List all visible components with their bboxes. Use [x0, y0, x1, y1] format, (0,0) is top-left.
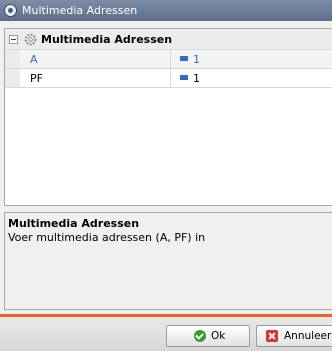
- property-icon: [180, 75, 188, 80]
- property-value[interactable]: 1: [193, 72, 200, 85]
- dialog-window: Multimedia Adressen Multimedia Adressen …: [0, 0, 332, 351]
- property-row-a[interactable]: A 1: [5, 50, 332, 69]
- column-divider: [170, 69, 171, 87]
- property-name: A: [30, 53, 38, 66]
- property-icon: [180, 56, 188, 61]
- title-bar[interactable]: Multimedia Adressen: [0, 0, 332, 21]
- cancel-x-icon: [266, 330, 278, 342]
- property-grid: Multimedia Adressen A 1 PF 1: [4, 28, 332, 206]
- column-divider: [170, 50, 171, 68]
- ok-button-label: Ok: [211, 330, 226, 342]
- cancel-button-label: Annuleer: [284, 330, 332, 342]
- collapse-icon[interactable]: [9, 35, 18, 44]
- ok-button[interactable]: Ok: [166, 325, 250, 347]
- description-text: Voer multimedia adressen (A, PF) in: [8, 231, 206, 244]
- row-gutter: [5, 50, 20, 68]
- app-icon: [4, 4, 17, 17]
- ok-check-icon: [194, 330, 206, 342]
- cancel-button[interactable]: Annuleer: [256, 325, 332, 347]
- description-title: Multimedia Adressen: [8, 217, 140, 230]
- category-row[interactable]: Multimedia Adressen: [5, 29, 332, 50]
- property-value[interactable]: 1: [193, 53, 200, 66]
- window-title: Multimedia Adressen: [22, 4, 138, 17]
- property-row-pf[interactable]: PF 1: [5, 69, 332, 88]
- gear-icon: [24, 33, 37, 46]
- category-label: Multimedia Adressen: [41, 33, 173, 46]
- description-panel: Multimedia Adressen Voer multimedia adre…: [4, 212, 332, 310]
- button-bar: Ok Annuleer: [0, 317, 332, 351]
- row-gutter: [5, 69, 20, 87]
- property-name: PF: [30, 72, 43, 85]
